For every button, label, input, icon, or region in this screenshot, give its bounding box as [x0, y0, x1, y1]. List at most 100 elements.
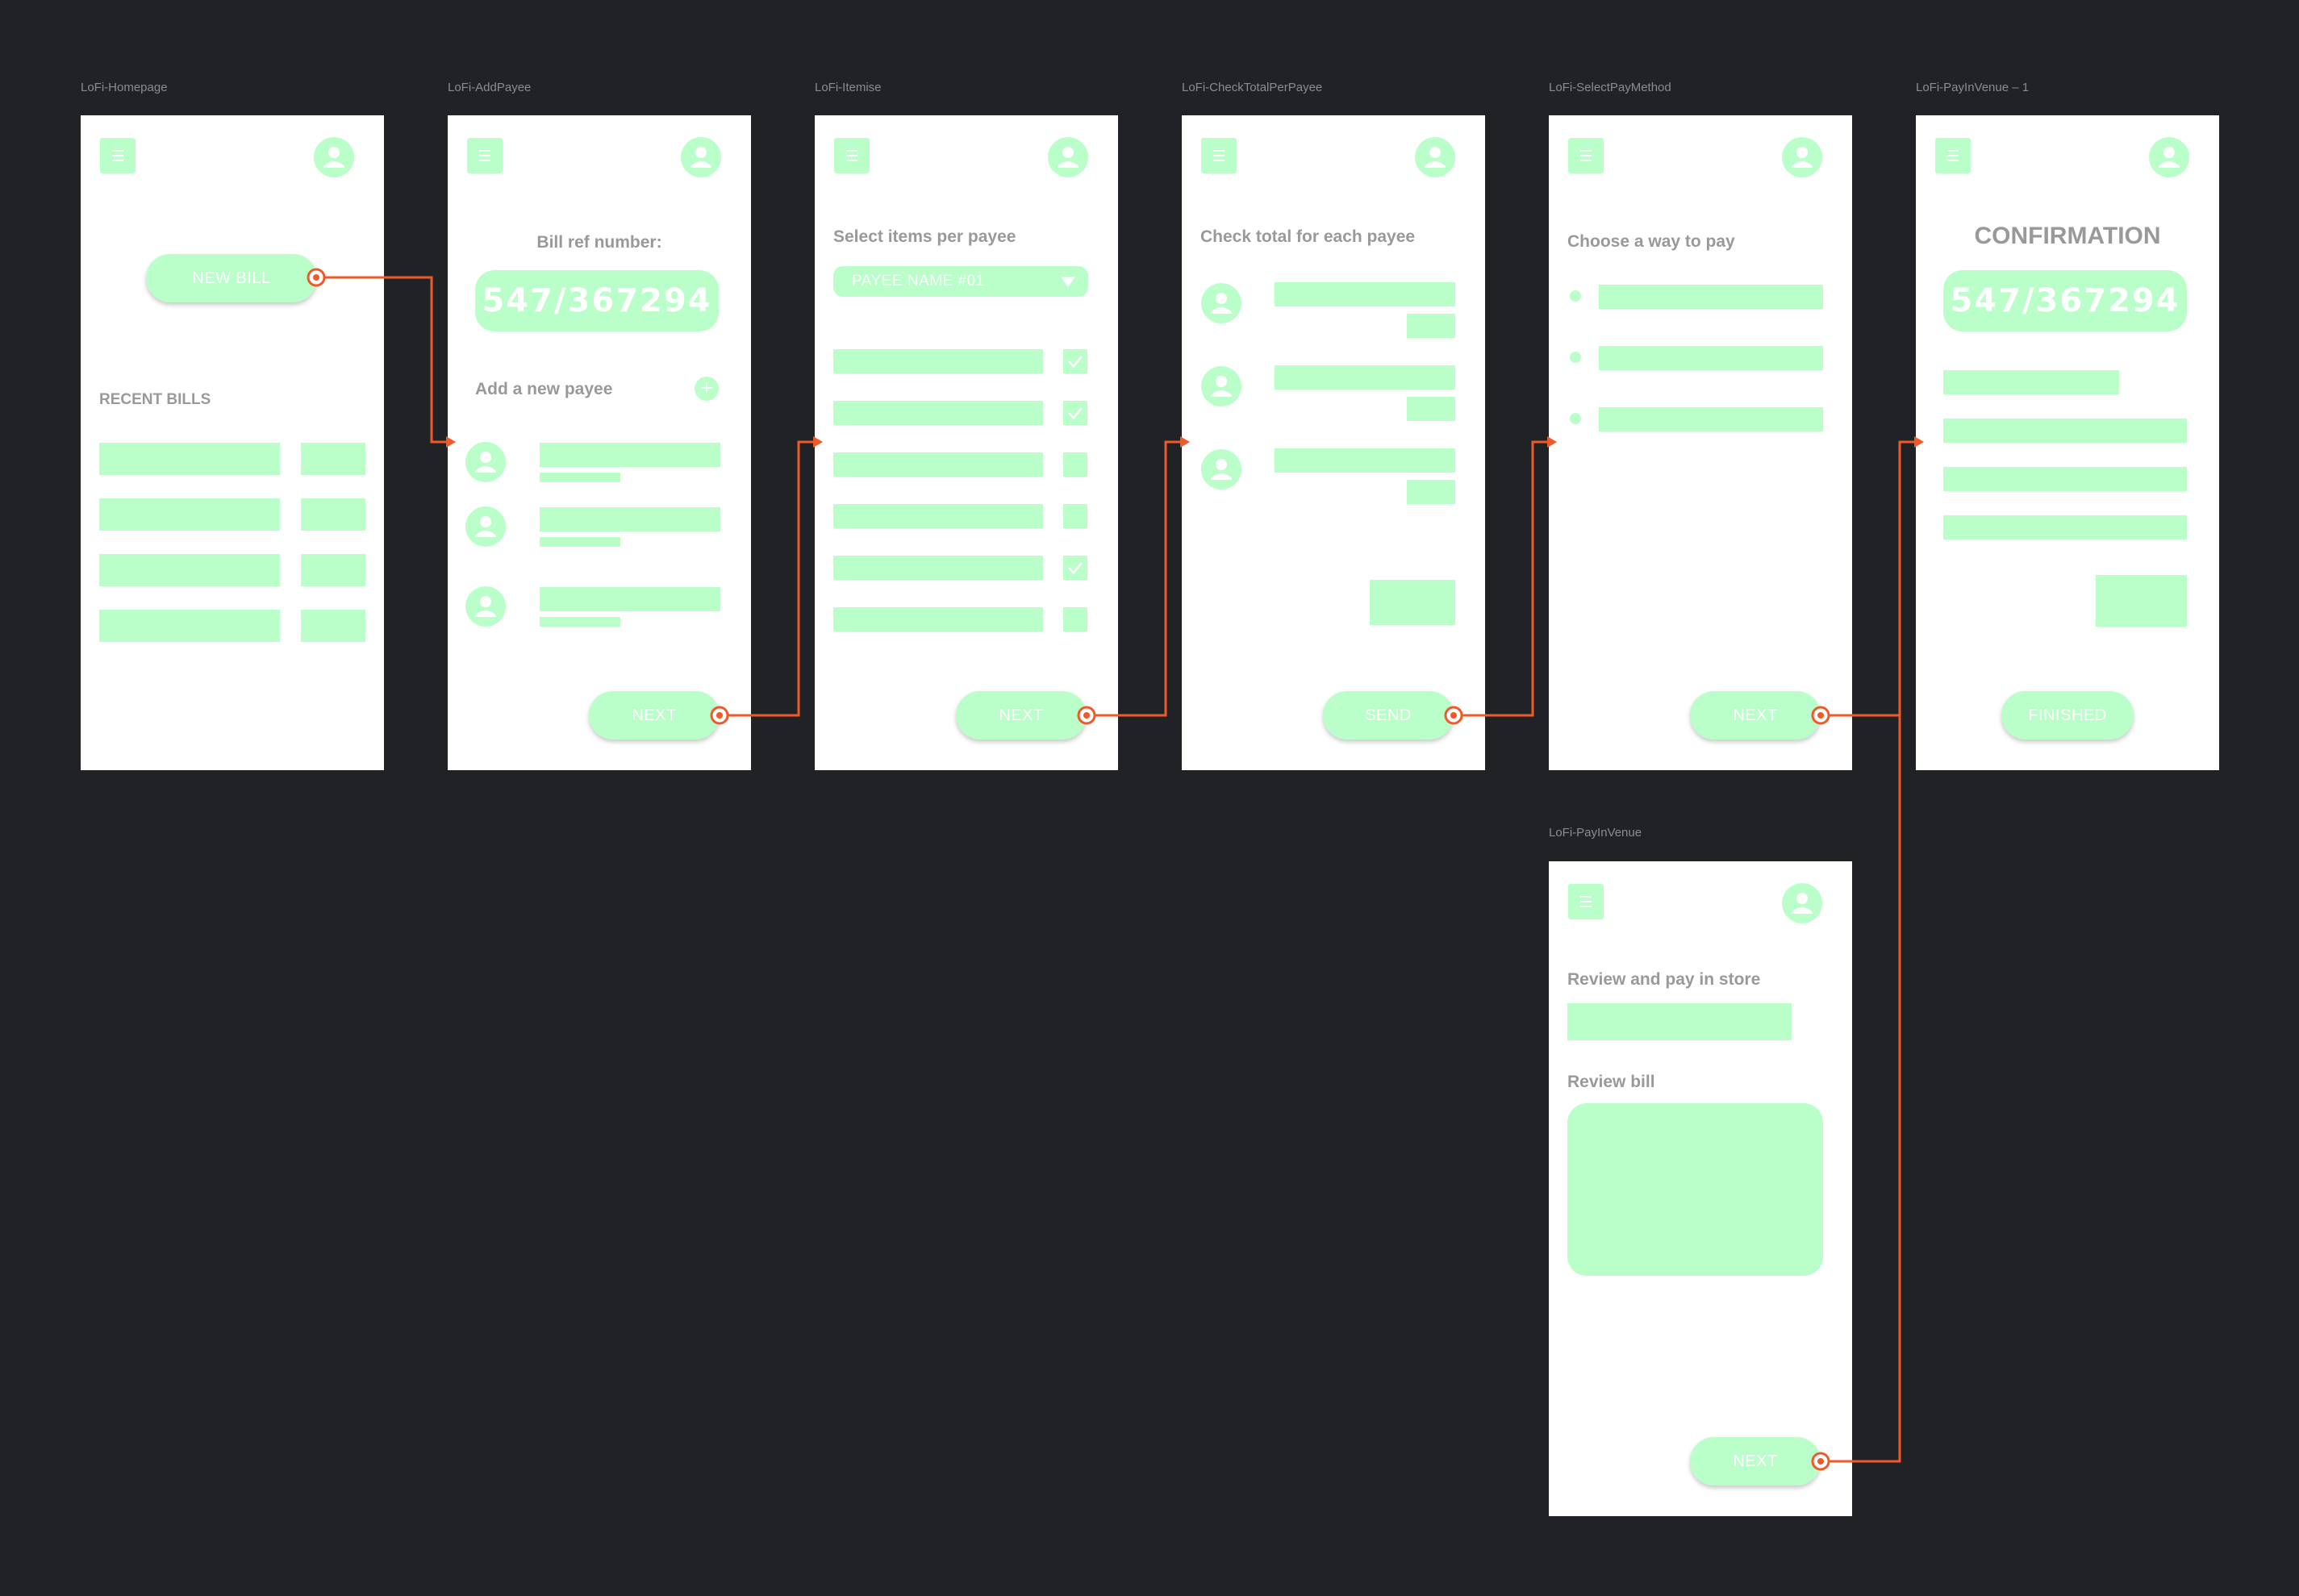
item-checkbox[interactable] [1063, 607, 1087, 631]
payee-total-row [1275, 448, 1455, 473]
menu-icon[interactable] [1201, 138, 1237, 173]
item-row [833, 401, 1043, 425]
payee-name-field[interactable] [540, 443, 720, 467]
item-row [833, 504, 1043, 528]
recent-bill-amount [301, 443, 365, 475]
pay-method-radio[interactable] [1570, 352, 1581, 363]
payee-select-value: PAYEE NAME #01 [852, 273, 985, 290]
next-button[interactable]: NEXT [1690, 691, 1821, 740]
artboard-select-pay: Choose a way to pay NEXT [1549, 115, 1852, 770]
payee-name-field[interactable] [540, 587, 720, 611]
recent-bill-amount [301, 610, 365, 642]
finished-button[interactable]: FINISHED [2001, 691, 2134, 740]
recent-bill-amount [301, 554, 365, 586]
pay-method-radio[interactable] [1570, 413, 1581, 424]
menu-icon[interactable] [1568, 884, 1604, 919]
payee-total-amount [1407, 314, 1455, 338]
item-row [833, 607, 1043, 631]
confirmation-line [1943, 515, 2187, 540]
item-checkbox[interactable] [1063, 349, 1087, 373]
recent-bill-name[interactable] [99, 498, 280, 531]
artboard-pay-in-venue: Review and pay in store Review bill NEXT [1549, 861, 1852, 1516]
artboard-label-add-payee: LoFi-AddPayee [448, 81, 532, 94]
recent-bills-heading: RECENT BILLS [99, 391, 211, 408]
payee-subtext [540, 617, 620, 627]
payee-total-amount [1407, 397, 1455, 421]
payee-select-dropdown[interactable]: PAYEE NAME #01 [833, 266, 1088, 297]
payee-avatar-icon [465, 586, 506, 627]
payee-total-amount [1407, 480, 1455, 504]
payee-avatar-icon [465, 442, 506, 482]
artboard-label-homepage: LoFi-Homepage [81, 81, 168, 94]
pay-method-option[interactable] [1599, 285, 1823, 309]
grand-total-box [1370, 580, 1455, 625]
artboard-confirmation: CONFIRMATION 547/367294 FINISHED [1916, 115, 2219, 770]
user-avatar-icon[interactable] [1415, 137, 1455, 177]
item-checkbox[interactable] [1063, 401, 1087, 425]
user-avatar-icon[interactable] [1782, 137, 1822, 177]
confirmation-title: CONFIRMATION [1974, 223, 2161, 249]
menu-icon[interactable] [100, 138, 136, 173]
recent-bill-name[interactable] [99, 610, 280, 642]
payee-subtext [540, 537, 620, 547]
bill-ref-label: Bill ref number: [536, 233, 662, 252]
artboard-add-payee: Bill ref number: 547/367294 Add a new pa… [448, 115, 751, 770]
artboard-homepage: NEW BILL RECENT BILLS [81, 115, 384, 770]
item-row [833, 349, 1043, 373]
payee-avatar-icon [1201, 449, 1241, 490]
dropdown-triangle-icon [1061, 277, 1075, 287]
payee-subtext [540, 473, 620, 482]
item-checkbox[interactable] [1063, 556, 1087, 580]
artboard-label-pay-in-venue-1: LoFi-PayInVenue – 1 [1916, 81, 2030, 94]
artboard-itemise: Select items per payee PAYEE NAME #01 NE… [815, 115, 1118, 770]
user-avatar-icon[interactable] [681, 137, 721, 177]
review-pay-heading: Review and pay in store [1567, 970, 1761, 989]
select-pay-title: Choose a way to pay [1567, 232, 1735, 251]
item-checkbox[interactable] [1063, 504, 1087, 528]
user-avatar-icon[interactable] [1782, 883, 1822, 923]
payee-total-row [1275, 282, 1455, 306]
pay-method-radio[interactable] [1570, 290, 1581, 302]
user-avatar-icon[interactable] [2149, 137, 2189, 177]
confirmation-line [1943, 419, 2187, 443]
payee-avatar-icon [1201, 283, 1241, 323]
confirmation-total-box [2096, 575, 2187, 627]
review-pay-field[interactable] [1567, 1003, 1792, 1040]
menu-icon[interactable] [1935, 138, 1971, 173]
artboard-check-total: Check total for each payee SEND [1182, 115, 1485, 770]
pay-method-option[interactable] [1599, 346, 1823, 370]
item-row [833, 452, 1043, 477]
artboard-label-pay-in-venue: LoFi-PayInVenue [1549, 826, 1642, 840]
add-payee-plus-icon[interactable]: + [695, 377, 719, 401]
user-avatar-icon[interactable] [1048, 137, 1088, 177]
recent-bill-amount [301, 498, 365, 531]
send-button[interactable]: SEND [1323, 691, 1454, 740]
next-button[interactable]: NEXT [589, 691, 720, 740]
artboard-label-itemise: LoFi-Itemise [815, 81, 882, 94]
itemise-title: Select items per payee [833, 227, 1016, 246]
next-button[interactable]: NEXT [1690, 1437, 1821, 1486]
confirmation-line [1943, 370, 2119, 394]
user-avatar-icon[interactable] [314, 137, 354, 177]
add-payee-label: Add a new payee [475, 380, 613, 398]
menu-icon[interactable] [467, 138, 503, 173]
confirmation-line [1943, 467, 2187, 491]
recent-bill-name[interactable] [99, 443, 280, 475]
check-total-title: Check total for each payee [1200, 227, 1416, 246]
next-button[interactable]: NEXT [956, 691, 1087, 740]
menu-icon[interactable] [1568, 138, 1604, 173]
bill-ref-number: 547/367294 [475, 270, 719, 331]
payee-avatar-icon [465, 506, 506, 547]
payee-name-field[interactable] [540, 507, 720, 531]
item-checkbox[interactable] [1063, 452, 1087, 477]
recent-bill-name[interactable] [99, 554, 280, 586]
pay-method-option[interactable] [1599, 407, 1823, 431]
menu-icon[interactable] [834, 138, 870, 173]
review-bill-panel [1567, 1103, 1823, 1276]
payee-total-row [1275, 365, 1455, 390]
review-bill-heading: Review bill [1567, 1073, 1655, 1091]
artboard-label-select-pay: LoFi-SelectPayMethod [1549, 81, 1671, 94]
artboard-label-check-total: LoFi-CheckTotalPerPayee [1182, 81, 1323, 94]
new-bill-button[interactable]: NEW BILL [146, 254, 317, 302]
bill-ref-number: 547/367294 [1943, 270, 2187, 331]
